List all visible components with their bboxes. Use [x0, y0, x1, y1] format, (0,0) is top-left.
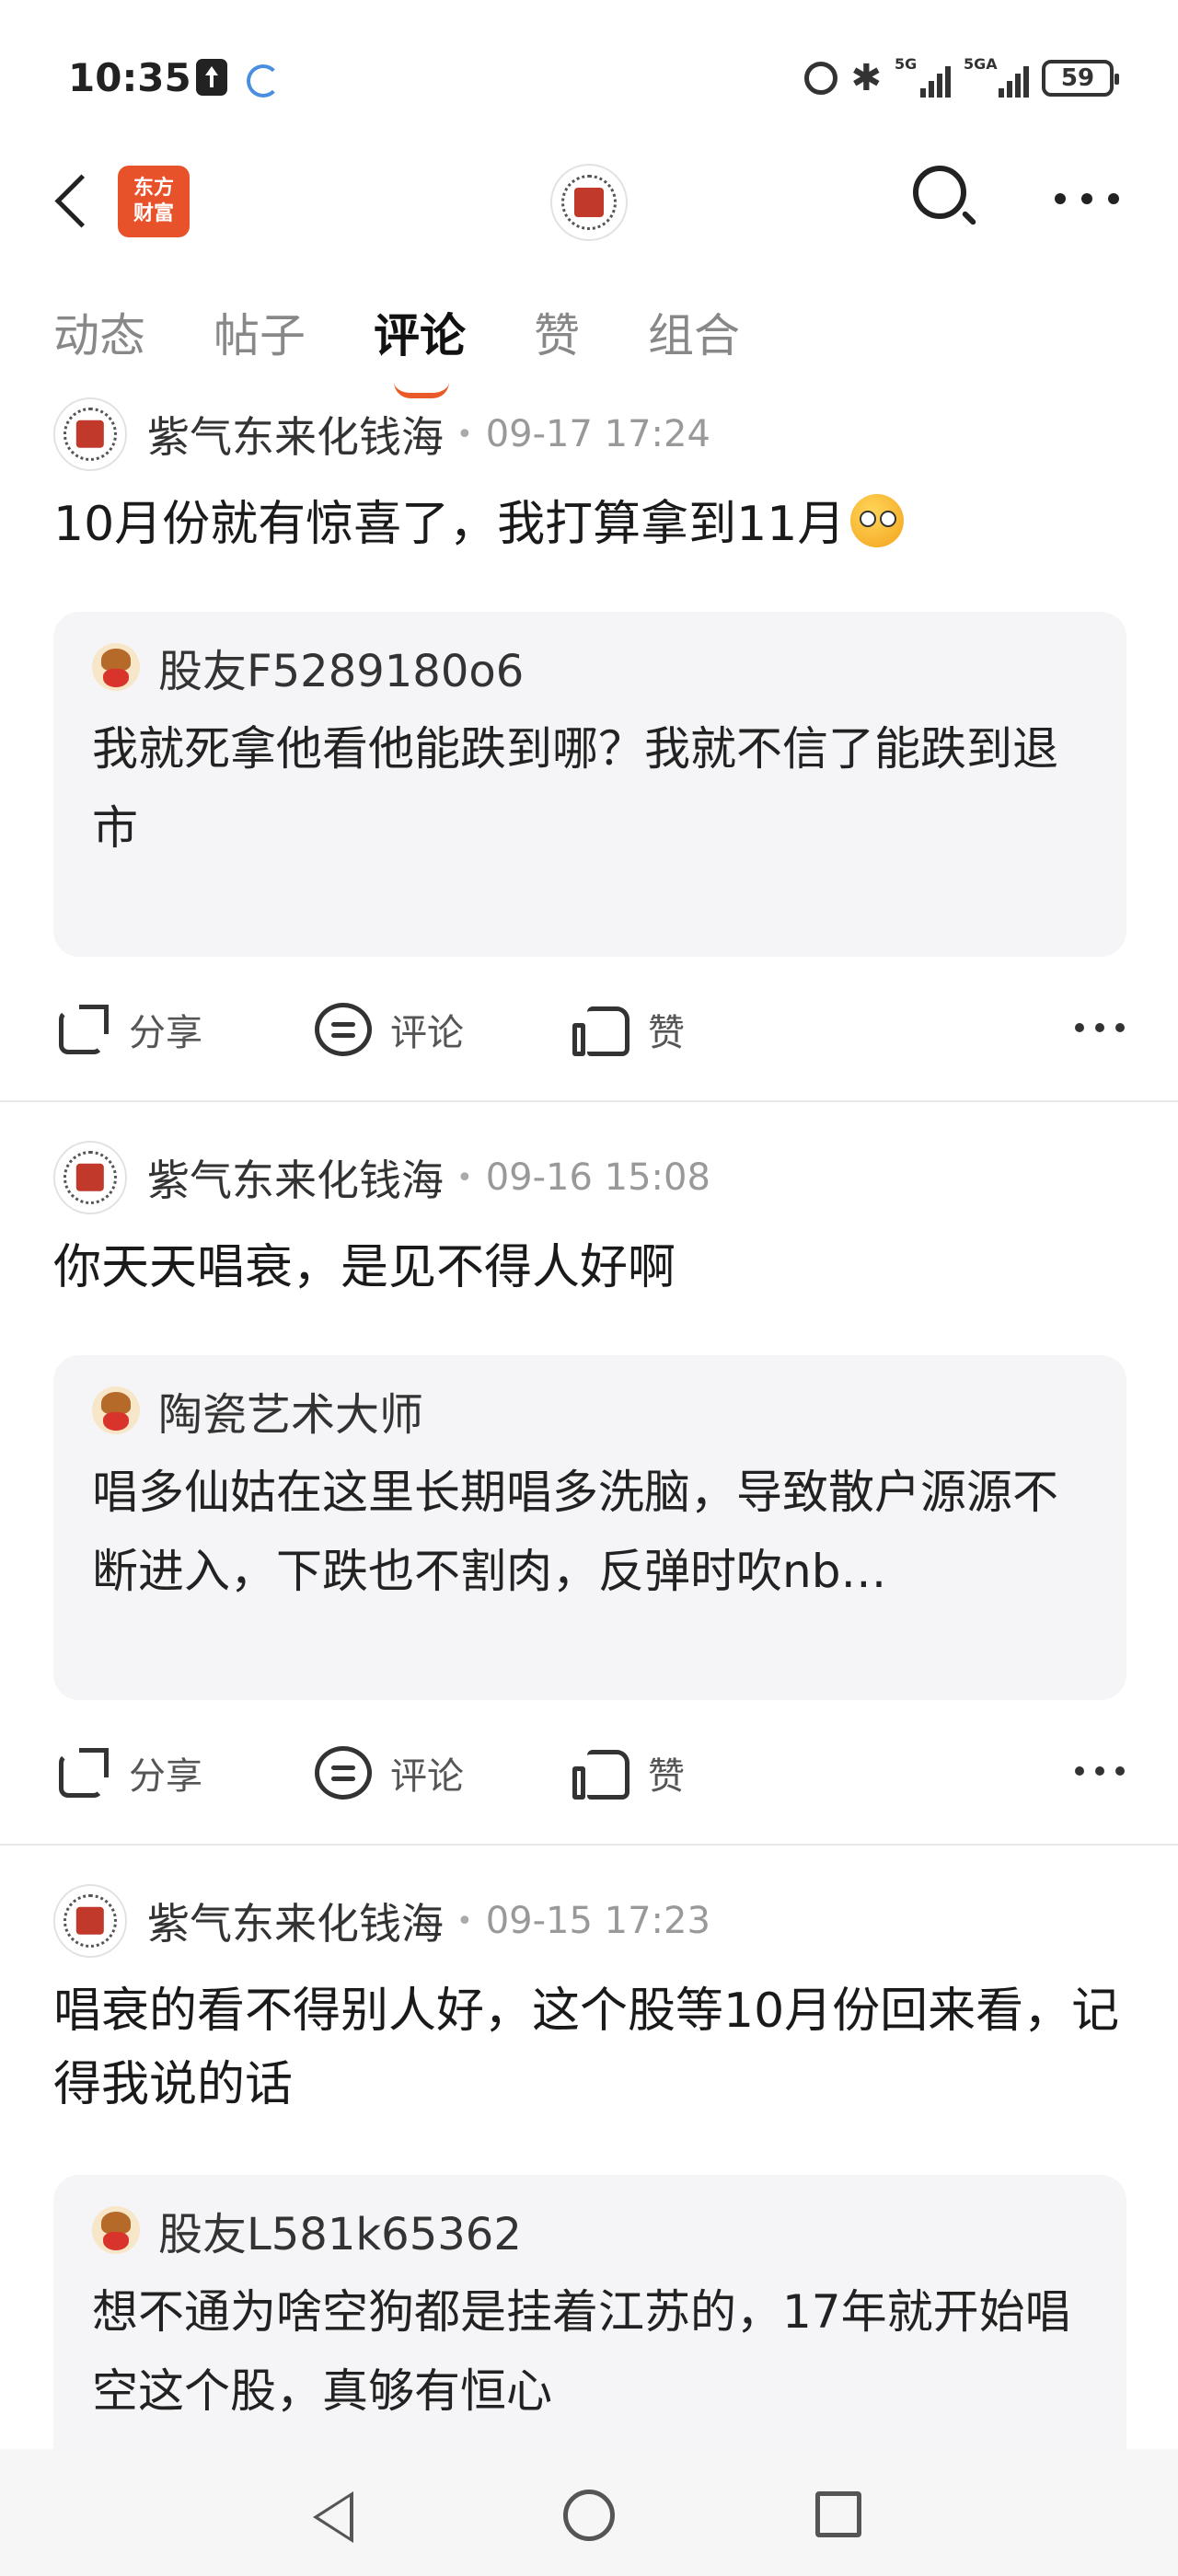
quoted-user-name[interactable]: 陶瓷艺术大师 — [158, 1378, 423, 1443]
comment-text: 你天天唱衰，是见不得人好啊 — [53, 1240, 676, 1295]
signal-icon-2: 5GA — [964, 55, 1029, 98]
author-row: 紫气东来化钱海 • 09-15 17:23 — [53, 1882, 710, 1960]
quoted-user-avatar — [92, 1386, 140, 1434]
signal-icon: 5G — [895, 55, 951, 98]
like-button[interactable]: 赞 — [572, 988, 685, 1071]
author-name[interactable]: 紫气东来化钱海 — [147, 404, 444, 465]
upload-icon — [196, 59, 227, 96]
battery-level: 59 — [1060, 64, 1095, 92]
thumbs-up-icon — [572, 1746, 629, 1800]
top-bar: 东方 财富 — [0, 156, 1178, 248]
tab-portfolio[interactable]: 组合 — [648, 299, 740, 365]
tab-likes[interactable]: 赞 — [534, 299, 580, 365]
comment-label: 评论 — [390, 1012, 464, 1054]
share-icon — [57, 1746, 110, 1800]
quoted-post[interactable]: 陶瓷艺术大师 唱多仙姑在这里长期唱多洗脑，导致散户源源不断进入，下跌也不割肉，反… — [53, 1355, 1126, 1700]
share-label: 分享 — [129, 1755, 202, 1798]
nav-back-icon[interactable] — [313, 2491, 353, 2543]
tab-posts[interactable]: 帖子 — [214, 299, 306, 365]
quoted-post[interactable]: 股友F5289180o6 我就死拿他看他能跌到哪？我就不信了能跌到退市 — [53, 612, 1126, 957]
author-avatar[interactable] — [53, 1141, 127, 1214]
quoted-text: 想不通为啥空狗都是挂着江苏的，17年就开始唱空这个股，真够有恒心 — [92, 2285, 1071, 2418]
comment-text: 10月份就有惊喜了，我打算拿到11月 — [53, 488, 1121, 561]
quoted-user: 股友F5289180o6 — [92, 639, 1088, 697]
more-icon[interactable] — [1055, 193, 1119, 206]
alarm-icon — [804, 62, 838, 95]
divider — [0, 1844, 1178, 1846]
emoji-icon — [850, 494, 905, 547]
app-logo[interactable]: 东方 财富 — [118, 166, 190, 237]
author-row: 紫气东来化钱海 • 09-16 15:08 — [53, 1139, 710, 1216]
share-icon — [57, 1003, 110, 1056]
like-button[interactable]: 赞 — [572, 1731, 685, 1814]
quoted-user-name[interactable]: 股友F5289180o6 — [158, 635, 524, 699]
post-time: 09-17 17:24 — [485, 413, 710, 455]
comment-label: 评论 — [390, 1755, 464, 1798]
share-label: 分享 — [129, 1012, 202, 1054]
comment-button[interactable]: 评论 — [315, 988, 464, 1071]
bluetooth-icon: ✱ — [850, 57, 882, 99]
quoted-user-name[interactable]: 股友L581k65362 — [158, 2198, 522, 2262]
battery-icon: 59 — [1042, 60, 1119, 97]
search-icon[interactable] — [913, 166, 977, 230]
system-nav-bar — [0, 2449, 1178, 2576]
app-logo-text: 东方 财富 — [133, 177, 174, 225]
thumbs-up-icon — [572, 1003, 629, 1056]
action-bar: 分享 评论 赞 — [0, 988, 1178, 1071]
share-button[interactable]: 分享 — [57, 1731, 202, 1814]
comment-icon — [315, 1003, 372, 1056]
nav-home-icon[interactable] — [563, 2490, 615, 2541]
quoted-post[interactable]: 股友L581k65362 想不通为啥空狗都是挂着江苏的，17年就开始唱空这个股，… — [53, 2175, 1126, 2469]
signal-label-2: 5GA — [964, 55, 998, 73]
signal-label: 5G — [895, 55, 918, 73]
separator-dot: • — [456, 1161, 473, 1194]
author-avatar[interactable] — [53, 397, 127, 471]
user-avatar[interactable] — [550, 164, 628, 241]
share-button[interactable]: 分享 — [57, 988, 202, 1071]
tab-dynamics[interactable]: 动态 — [53, 299, 145, 365]
quoted-user: 股友L581k65362 — [92, 2202, 1088, 2260]
separator-dot: • — [456, 1904, 473, 1938]
status-icons: ✱ 5G 5GA 59 — [804, 55, 1119, 101]
quoted-user: 陶瓷艺术大师 — [92, 1383, 1088, 1441]
quoted-text: 我就死拿他看他能跌到哪？我就不信了能跌到退市 — [92, 722, 1058, 855]
more-icon[interactable] — [1075, 1023, 1125, 1034]
profile-tabs: 动态 帖子 评论 赞 组合 — [0, 299, 1178, 398]
author-name[interactable]: 紫气东来化钱海 — [147, 1147, 444, 1208]
back-icon[interactable] — [53, 177, 90, 213]
divider — [0, 1100, 1178, 1102]
comment-icon — [315, 1746, 372, 1800]
like-label: 赞 — [648, 1755, 685, 1798]
author-name[interactable]: 紫气东来化钱海 — [147, 1891, 444, 1951]
status-bar: 10:35 ✱ 5G 5GA 59 — [0, 0, 1178, 156]
comment-button[interactable]: 评论 — [315, 1731, 464, 1814]
post-time: 09-15 17:23 — [485, 1900, 710, 1942]
nav-recents-icon[interactable] — [815, 2491, 861, 2537]
sync-icon — [247, 64, 280, 98]
more-icon[interactable] — [1075, 1766, 1125, 1777]
action-bar: 分享 评论 赞 — [0, 1731, 1178, 1814]
quoted-text: 唱多仙姑在这里长期唱多洗脑，导致散户源源不断进入，下跌也不割肉，反弹时吹nb… — [92, 1466, 1058, 1598]
post-time: 09-16 15:08 — [485, 1156, 710, 1199]
author-avatar[interactable] — [53, 1884, 127, 1958]
tab-comments[interactable]: 评论 — [374, 299, 466, 365]
comment-text-body: 10月份就有惊喜了，我打算拿到11月 — [53, 497, 846, 552]
quoted-user-avatar — [92, 2206, 140, 2254]
status-time: 10:35 — [68, 55, 191, 100]
author-row: 紫气东来化钱海 • 09-17 17:24 — [53, 396, 710, 473]
like-label: 赞 — [648, 1012, 685, 1054]
quoted-user-avatar — [92, 643, 140, 691]
separator-dot: • — [456, 418, 473, 451]
comment-text: 唱衰的看不得别人好，这个股等10月份回来看，记得我说的话 — [53, 1984, 1120, 2112]
